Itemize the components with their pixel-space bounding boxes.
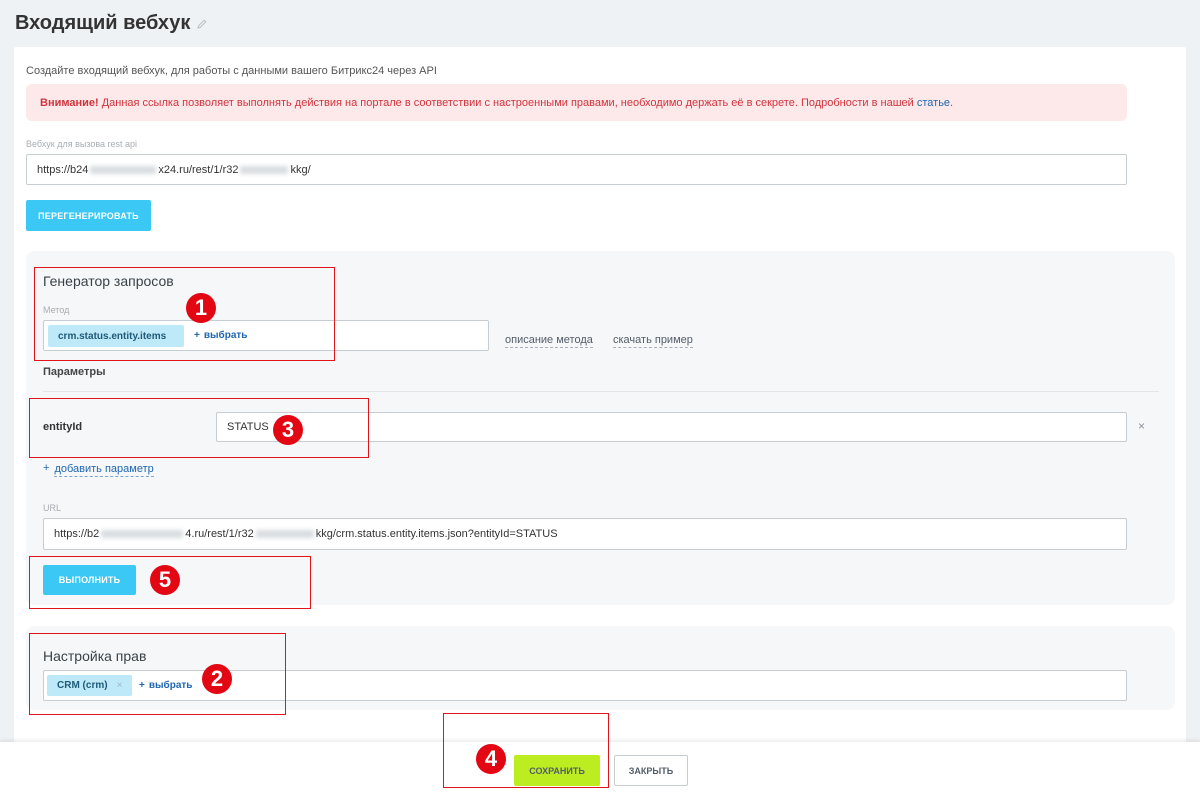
blurred-segment [240,165,289,174]
request-url-end: kkg/crm.status.entity.items.json?entityI… [315,528,558,540]
marker-2: 2 [202,664,232,694]
download-example-link[interactable]: скачать пример [613,333,693,348]
plus-icon: + [43,462,50,474]
webhook-url-end: kkg/ [290,163,311,176]
marker-5: 5 [150,565,180,595]
blurred-segment [255,530,314,538]
url-label: URL [43,503,62,513]
alert-tail: . [950,97,954,109]
annotation-box-3 [29,398,369,458]
page-title: Входящий вебхук [15,12,208,35]
regenerate-button[interactable]: ПЕРЕГЕНЕРИРОВАТЬ [26,200,151,231]
blurred-segment [101,530,184,538]
request-url-field[interactable]: https://b2 4.ru/rest/1/r32 kkg/crm.statu… [43,518,1127,550]
annotation-box-1 [34,267,335,361]
article-link[interactable]: статье [917,97,950,109]
alert-strong: Внимание! [40,97,99,109]
pencil-icon[interactable] [196,18,208,30]
method-description-link[interactable]: описание метода [505,333,593,348]
webhook-url-field[interactable]: https://b24 x24.ru/rest/1/r32 kkg/ [26,154,1127,185]
marker-3: 3 [273,415,303,445]
page-title-text: Входящий вебхук [15,12,191,34]
remove-param-icon[interactable]: × [1138,419,1145,433]
warning-alert: Внимание! Данная ссылка позволяет выполн… [26,84,1127,121]
request-url-mid: 4.ru/rest/1/r32 [185,528,254,540]
add-param-text: добавить параметр [54,463,154,477]
webhook-url-mid: x24.ru/rest/1/r32 [158,163,239,176]
request-url-start: https://b2 [54,528,100,540]
intro-hint: Создайте входящий вебхук, для работы с д… [26,65,437,77]
params-title: Параметры [43,366,106,378]
blurred-segment [90,165,157,174]
alert-text: Данная ссылка позволяет выполнять действ… [98,97,917,109]
webhook-url-start: https://b24 [37,163,89,176]
annotation-box-4 [443,713,609,788]
marker-1: 1 [186,293,216,323]
webhook-url-label: Вебхук для вызова rest api [26,139,138,149]
marker-4: 4 [476,744,506,774]
add-param-link[interactable]: + добавить параметр [43,462,154,477]
close-button[interactable]: ЗАКРЫТЬ [614,755,688,786]
annotation-box-2 [29,633,286,715]
params-divider [43,391,1159,392]
